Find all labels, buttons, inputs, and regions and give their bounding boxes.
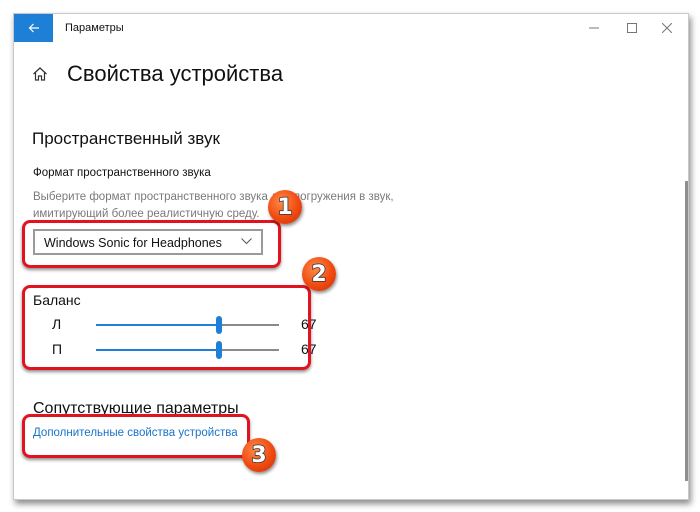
slider-thumb[interactable] — [215, 341, 222, 359]
home-icon — [33, 67, 47, 81]
step-badge-1: 1 — [268, 190, 302, 224]
balance-right-row: П 67 — [33, 339, 317, 361]
right-channel-label: П — [52, 341, 63, 357]
settings-window: Параметры Свойства устройства Пространст… — [13, 13, 689, 500]
step-badge-3: 3 — [242, 438, 276, 472]
vertical-scrollbar[interactable] — [685, 181, 688, 481]
chevron-down-icon — [241, 238, 252, 245]
minimize-button[interactable] — [579, 14, 609, 42]
home-button[interactable] — [32, 66, 48, 82]
dropdown-selected-value: Windows Sonic for Headphones — [44, 236, 222, 250]
title-bar: Параметры — [14, 14, 688, 42]
minimize-icon — [589, 27, 599, 29]
left-channel-label: Л — [52, 316, 62, 332]
spatial-format-dropdown[interactable]: Windows Sonic for Headphones — [33, 229, 263, 255]
step-badge-2: 2 — [302, 257, 336, 291]
maximize-button[interactable] — [617, 14, 647, 42]
balance-left-row: Л 67 — [33, 314, 317, 336]
arrow-left-icon — [28, 23, 39, 33]
slider-thumb[interactable] — [215, 316, 222, 334]
app-title: Параметры — [65, 22, 124, 34]
spatial-sound-heading: Пространственный звук — [32, 129, 220, 148]
slider-fill — [96, 324, 219, 326]
maximize-icon — [627, 23, 637, 33]
related-settings-heading: Сопутствующие параметры — [33, 400, 239, 417]
left-balance-value: 67 — [301, 316, 317, 332]
right-balance-slider[interactable] — [96, 341, 279, 359]
additional-device-properties-link[interactable]: Дополнительные свойства устройства — [33, 427, 238, 439]
balance-label: Баланс — [33, 292, 81, 308]
close-button[interactable] — [652, 14, 682, 42]
close-icon — [662, 23, 672, 33]
slider-fill — [96, 349, 219, 351]
back-button[interactable] — [14, 14, 53, 42]
spatial-format-description: Выберите формат пространственного звука … — [33, 191, 394, 220]
spatial-format-label: Формат пространственного звука — [33, 167, 211, 179]
right-balance-value: 67 — [301, 341, 317, 357]
left-balance-slider[interactable] — [96, 316, 279, 334]
page-title: Свойства устройства — [67, 61, 284, 86]
